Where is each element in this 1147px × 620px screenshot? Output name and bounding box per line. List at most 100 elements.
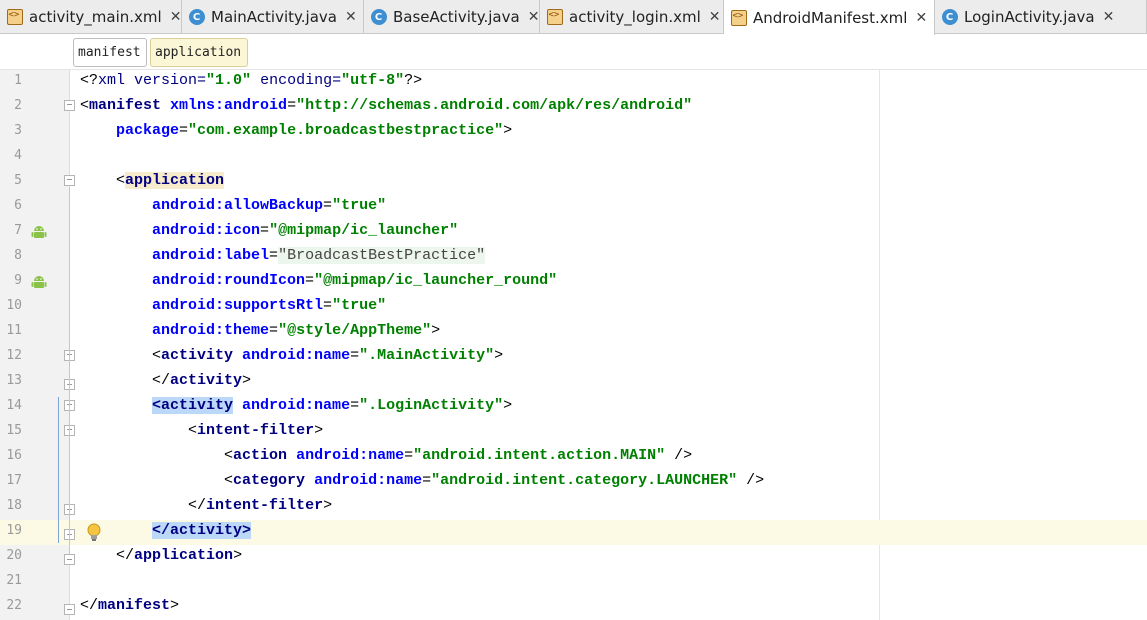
code-token: "true" — [332, 297, 387, 314]
code-token: > — [323, 497, 333, 514]
code-token: android:roundIcon — [152, 272, 306, 289]
code-token: > — [503, 397, 513, 414]
code-line[interactable]: 6 android:allowBackup="true" — [0, 195, 1147, 220]
code-token: ?> — [404, 72, 423, 89]
code-line[interactable]: 1 <?xml version="1.0" encoding="utf-8"?> — [0, 70, 1147, 95]
code-editor[interactable]: 1 <?xml version="1.0" encoding="utf-8"?> 2… — [0, 70, 1147, 620]
close-tab-icon[interactable]: ✕ — [170, 9, 181, 25]
code-text: <application — [80, 172, 225, 189]
code-text: android:label="BroadcastBestPractice" — [80, 247, 486, 264]
breadcrumb-item-manifest[interactable]: manifest — [73, 38, 147, 67]
code-line[interactable]: 10 android:supportsRtl="true" — [0, 295, 1147, 320]
code-token: android:name — [296, 447, 405, 464]
code-text: android:theme="@style/AppTheme"> — [80, 322, 440, 339]
tab-activity-login-xml[interactable]: activity_login.xml ✕ — [540, 0, 724, 34]
code-line[interactable]: 22 </manifest> — [0, 595, 1147, 620]
code-line[interactable]: 15 <intent-filter> — [0, 420, 1147, 445]
fold-collapse-icon[interactable] — [64, 100, 75, 111]
code-token: = — [179, 122, 189, 139]
code-text: <activity android:name=".LoginActivity"> — [80, 397, 512, 414]
line-number: 16 — [6, 448, 22, 463]
code-token: encoding= — [251, 72, 342, 89]
code-line[interactable]: 13 </activity> — [0, 370, 1147, 395]
tab-mainactivity-java[interactable]: C MainActivity.java ✕ — [182, 0, 364, 34]
code-token: android:supportsRtl — [152, 297, 324, 314]
code-token: > — [503, 122, 513, 139]
lightbulb-icon[interactable] — [86, 522, 102, 542]
code-token: /> — [665, 447, 693, 464]
code-text: </intent-filter> — [80, 497, 332, 514]
code-token: > — [233, 547, 243, 564]
android-icon[interactable] — [31, 274, 47, 290]
code-token: "true" — [332, 197, 387, 214]
code-text: android:roundIcon="@mipmap/ic_launcher_r… — [80, 272, 557, 289]
code-token: </activity> — [152, 522, 252, 539]
code-token: > — [242, 372, 252, 389]
code-text: </manifest> — [80, 597, 179, 614]
java-class-icon: C — [370, 9, 387, 26]
close-tab-icon[interactable]: ✕ — [345, 9, 357, 25]
code-token: android:icon — [152, 222, 261, 239]
code-line[interactable]: 19 </activity> — [0, 520, 1147, 545]
code-token: = — [305, 272, 315, 289]
code-line[interactable]: 20 </application> — [0, 545, 1147, 570]
code-token: < — [116, 172, 126, 189]
code-line[interactable]: 21 — [0, 570, 1147, 595]
code-line[interactable]: 11 android:theme="@style/AppTheme"> — [0, 320, 1147, 345]
close-tab-icon[interactable]: ✕ — [1103, 9, 1115, 25]
tab-activity-main-xml[interactable]: activity_main.xml ✕ — [0, 0, 182, 34]
code-text: <activity android:name=".MainActivity"> — [80, 347, 503, 364]
code-token: android:label — [152, 247, 270, 264]
code-token: "android.intent.category.LAUNCHER" — [431, 472, 738, 489]
code-token: = — [269, 247, 279, 264]
tab-label: MainActivity.java — [211, 8, 337, 26]
close-tab-icon[interactable]: ✕ — [915, 10, 927, 26]
close-tab-icon[interactable]: ✕ — [709, 9, 721, 25]
code-line[interactable]: 4 — [0, 145, 1147, 170]
line-number: 4 — [14, 148, 22, 163]
code-line[interactable]: 7 android:icon="@mipmap/ic_launcher" — [0, 220, 1147, 245]
code-line[interactable]: 14 <activity android:name=".LoginActivit… — [0, 395, 1147, 420]
code-line[interactable]: 12 <activity android:name=".MainActivity… — [0, 345, 1147, 370]
fold-collapse-icon[interactable] — [64, 175, 75, 186]
code-token: intent-filter — [206, 497, 324, 514]
tab-loginactivity-java[interactable]: C LoginActivity.java ✕ — [935, 0, 1147, 34]
fold-end-icon[interactable] — [64, 604, 75, 615]
code-line[interactable]: 5 <application — [0, 170, 1147, 195]
code-token: < — [80, 97, 90, 114]
vcs-change-marker[interactable] — [58, 397, 59, 543]
line-number: 17 — [6, 473, 22, 488]
code-line[interactable]: 3 package="com.example.broadcastbestprac… — [0, 120, 1147, 145]
code-token: = — [269, 322, 279, 339]
code-line[interactable]: 8 android:label="BroadcastBestPractice" — [0, 245, 1147, 270]
breadcrumb-item-application[interactable]: application — [150, 38, 248, 67]
tab-label: activity_main.xml — [29, 8, 162, 26]
code-line[interactable]: 9 android:roundIcon="@mipmap/ic_launcher… — [0, 270, 1147, 295]
line-number: 19 — [6, 523, 22, 538]
close-tab-icon[interactable]: ✕ — [528, 9, 539, 25]
code-token: "@mipmap/ic_launcher" — [269, 222, 459, 239]
code-line[interactable]: 18 </intent-filter> — [0, 495, 1147, 520]
java-class-icon: C — [941, 9, 958, 26]
code-token: application — [134, 547, 234, 564]
code-line[interactable]: 17 <category android:name="android.inten… — [0, 470, 1147, 495]
xml-file-icon — [6, 9, 23, 26]
tab-androidmanifest-xml[interactable]: AndroidManifest.xml ✕ — [724, 0, 935, 35]
code-text: android:icon="@mipmap/ic_launcher" — [80, 222, 458, 239]
android-icon[interactable] — [31, 224, 47, 240]
code-token: > — [314, 422, 324, 439]
line-number: 7 — [14, 223, 22, 238]
java-class-icon: C — [188, 9, 205, 26]
fold-end-icon[interactable] — [64, 554, 75, 565]
code-line[interactable]: 2 <manifest xmlns:android="http://schemas… — [0, 95, 1147, 120]
code-line[interactable]: 16 <action android:name="android.intent.… — [0, 445, 1147, 470]
line-number: 1 — [14, 73, 22, 88]
tab-baseactivity-java[interactable]: C BaseActivity.java ✕ — [364, 0, 540, 34]
code-token: <activity — [152, 397, 234, 414]
